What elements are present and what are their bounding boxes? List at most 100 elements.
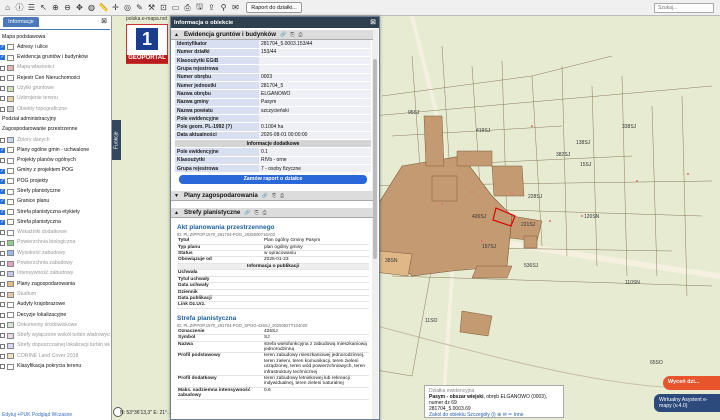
search-input[interactable] [654, 3, 714, 13]
close-icon[interactable]: ⊠ [370, 18, 376, 26]
order-report-button[interactable]: Zamów raport o działce [179, 175, 367, 185]
collapse-icon[interactable]: ▲ [174, 32, 179, 38]
layer-checkbox[interactable] [0, 158, 5, 164]
print-icon[interactable]: ⎙ [280, 193, 284, 199]
layer-item[interactable]: Plany zagospodarowania [0, 279, 110, 289]
side-functions-tab[interactable]: Funkcje [112, 120, 121, 160]
layer-checkbox[interactable] [0, 281, 5, 287]
layer-item[interactable]: Użytki gruntowe [0, 83, 110, 93]
info-icon[interactable]: ⓘ [14, 2, 25, 13]
layer-item[interactable]: Decyzje lokalizacyjne [0, 310, 110, 320]
expand-icon[interactable]: ▼ [174, 193, 179, 199]
tool-icon[interactable]: ⚒ [146, 2, 157, 13]
close-icon[interactable]: ⊠ [101, 17, 107, 25]
layer-checkbox[interactable] [0, 86, 5, 92]
print-icon[interactable]: ⎙ [298, 32, 302, 38]
virtual-assistant-button[interactable]: Wirtualny Asystent e-mapy (v.4.0) [654, 394, 720, 412]
layer-checkbox[interactable]: ✓ [0, 219, 5, 225]
share-icon[interactable]: ⇪ [206, 2, 217, 13]
geoportal-logo[interactable]: 1 GEOPORTAL [126, 24, 168, 64]
layer-checkbox[interactable] [0, 302, 5, 308]
select-icon[interactable]: ⊡ [158, 2, 169, 13]
measure-icon[interactable]: 📏 [98, 2, 109, 13]
pointer-icon[interactable]: ↖ [38, 2, 49, 13]
report-button[interactable]: Raport do działki... [246, 2, 302, 13]
layer-checkbox[interactable] [0, 322, 5, 328]
layer-item[interactable]: Rejestr Cen Nieruchomości [0, 73, 110, 83]
layer-checkbox[interactable] [0, 261, 5, 267]
mail-icon[interactable]: ✉ [230, 2, 241, 13]
layer-item[interactable]: Klasyfikacja pokrycia terenu [0, 362, 110, 372]
layer-checkbox[interactable] [0, 353, 5, 359]
area-icon[interactable]: ▭ [170, 2, 181, 13]
layer-item[interactable]: ✓ POG projekty [0, 176, 110, 186]
zoom-in-icon[interactable]: ⊕ [50, 2, 61, 13]
layer-checkbox[interactable]: ✓ [0, 209, 5, 215]
info-box-links[interactable]: Zakol do obiektu Szczegóły (i) ⊕ ✉ ✏ tnn… [429, 412, 559, 418]
layer-item[interactable]: Strefy wyłączone wokół turbin wiatrowych [0, 331, 110, 341]
layer-item[interactable]: ✓ Adresy i ulice [0, 42, 110, 52]
layer-item[interactable]: Obiekty topograficzne [0, 104, 110, 114]
layer-checkbox[interactable] [0, 271, 5, 277]
globe-icon[interactable]: ◍ [86, 2, 97, 13]
layer-checkbox[interactable] [0, 333, 5, 339]
layer-item[interactable]: Projekty planów ogólnych [0, 156, 110, 166]
layer-section[interactable]: Podział administracyjny [0, 114, 110, 124]
layer-checkbox[interactable] [0, 65, 5, 71]
print-icon[interactable]: ⎙ [263, 210, 267, 216]
layer-item[interactable]: CORINE Land Cover 2018 [0, 351, 110, 361]
zones-section-header[interactable]: ▲ Strefy planistyczne 🔗 ⎘ ⎙ [171, 208, 373, 219]
layer-item[interactable]: Dokumenty środowiskowe [0, 320, 110, 330]
save-icon[interactable]: 🖫 [194, 2, 205, 13]
layer-item[interactable]: ✓ Ewidencja gruntów i budynków [0, 53, 110, 63]
layer-section[interactable]: Mapa podstawowa [0, 32, 110, 42]
layer-item[interactable]: Studium [0, 289, 110, 299]
layer-checkbox[interactable] [0, 230, 5, 236]
layer-checkbox[interactable]: ✓ [0, 189, 5, 195]
copy-icon[interactable]: ⎘ [290, 32, 294, 38]
link-icon[interactable]: 🔗 [280, 32, 286, 38]
layers-icon[interactable]: ☰ [26, 2, 37, 13]
scrollbar-thumb[interactable] [373, 59, 377, 259]
copy-icon[interactable]: ⎘ [272, 193, 276, 199]
layer-checkbox[interactable]: ✓ [0, 44, 5, 50]
layer-checkbox[interactable] [0, 96, 5, 102]
layer-item[interactable]: ✓ Granice planu [0, 197, 110, 207]
valuation-chat-button[interactable]: Wyceń dzi... [663, 376, 720, 390]
layer-checkbox[interactable] [0, 364, 5, 370]
layer-item[interactable]: Audyty krajobrazowe [0, 300, 110, 310]
layer-item[interactable]: Powierzchnia zabudowy [0, 259, 110, 269]
layer-checkbox[interactable]: ✓ [0, 168, 5, 174]
layer-item[interactable]: Wysokość zabudowy [0, 248, 110, 258]
layer-item[interactable]: ✓ Strefa planistyczna [0, 217, 110, 227]
tab-information[interactable]: Informacje [3, 17, 39, 27]
egib-section-header[interactable]: ▲ Ewidencja gruntów i budynków 🔗 ⎘ ⎙ [171, 30, 373, 40]
pan-icon[interactable]: ✥ [74, 2, 85, 13]
layer-section[interactable]: Zagospodarowanie przestrzenne [0, 125, 110, 135]
layer-item[interactable]: Uzbrojenie terenu [0, 94, 110, 104]
layer-item[interactable]: Wskaźniki dodatkowe [0, 228, 110, 238]
plans-section-header[interactable]: ▼ Plany zagospodarowania 🔗 ⎘ ⎙ [171, 191, 373, 202]
layer-item[interactable]: ✓ Gminy z projektem POG [0, 166, 110, 176]
layer-checkbox[interactable]: ✓ [0, 178, 5, 184]
copy-icon[interactable]: ⎘ [255, 210, 259, 216]
target-icon[interactable]: ◎ [122, 2, 133, 13]
layer-checkbox[interactable] [0, 106, 5, 112]
layer-item[interactable]: Powierzchnia biologiczna [0, 238, 110, 248]
link-icon[interactable]: 🔗 [262, 193, 268, 199]
panel-footer-links[interactable]: Edytuj +PUK Podgląd Wczasne [2, 412, 72, 418]
layer-item[interactable]: ✓ Plany ogólne gmin - uchwalone [0, 145, 110, 155]
layer-checkbox[interactable] [0, 137, 5, 143]
layer-checkbox[interactable]: ✓ [0, 147, 5, 153]
home-icon[interactable]: ⌂ [2, 2, 13, 13]
layer-item[interactable]: ✓ Strefa planistyczna etykiety [0, 207, 110, 217]
layer-checkbox[interactable] [0, 312, 5, 318]
link-icon[interactable]: 🔗 [244, 210, 250, 216]
layer-item[interactable]: ✓ Strefy planistyczne [0, 186, 110, 196]
layer-item[interactable]: Zbiory danych [0, 135, 110, 145]
edit-icon[interactable]: ✎ [134, 2, 145, 13]
layer-checkbox[interactable] [0, 292, 5, 298]
collapse-icon[interactable]: ▲ [174, 210, 179, 216]
layer-checkbox[interactable] [0, 240, 5, 246]
print-icon[interactable]: ⎙ [182, 2, 193, 13]
